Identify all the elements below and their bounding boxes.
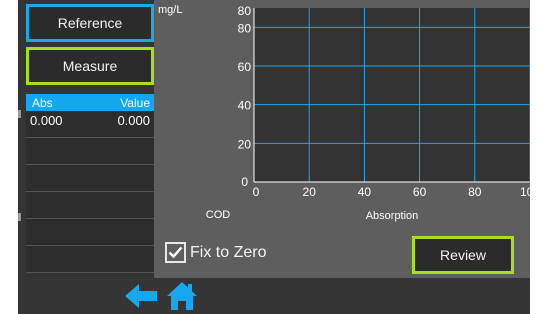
x-tick-label: 60 [413, 185, 427, 199]
abs-column-header: Abs [32, 95, 53, 110]
y-tick-label: 20 [238, 137, 252, 151]
fix-to-zero-toggle[interactable]: Fix to Zero [165, 242, 266, 263]
y-axis-unit-label: mg/L [158, 4, 182, 16]
chart-canvas: 20 40 60 80 80 00 20 40 60 80 100 mg/L COD Absorption [158, 4, 530, 222]
x-axis-label: Absorption [366, 210, 419, 222]
x-tick-label: 80 [468, 185, 482, 199]
y-tick-label: 0 [241, 175, 248, 189]
y-top-label: 80 [238, 4, 252, 18]
table-row[interactable] [26, 138, 154, 165]
table-row[interactable] [26, 246, 154, 273]
left-panel: Reference Measure Abs Value 0.000 0.000 [18, 0, 154, 278]
abs-cell: 0.000 [30, 113, 63, 128]
table-row[interactable] [26, 165, 154, 192]
fix-to-zero-checkbox[interactable] [165, 242, 186, 263]
x-tick-label: 100 [520, 185, 530, 199]
measure-button[interactable]: Measure [26, 47, 154, 85]
value-cell: 0.000 [117, 113, 150, 128]
arrow-left-icon[interactable] [124, 282, 158, 310]
x-tick-label: 0 [253, 185, 260, 199]
plot-area [254, 8, 530, 182]
table-row[interactable]: 0.000 0.000 [26, 111, 154, 138]
table-row[interactable] [26, 192, 154, 219]
y-series-label: COD [206, 209, 231, 221]
reference-button[interactable]: Reference [26, 4, 154, 42]
y-tick-label: 60 [238, 60, 252, 74]
y-tick-label: 80 [238, 21, 252, 35]
x-tick-label: 40 [358, 185, 372, 199]
table-header: Abs Value [26, 94, 154, 111]
value-column-header: Value [120, 95, 150, 110]
edge-marker [18, 110, 21, 118]
y-tick-label: 40 [238, 99, 252, 113]
table-row[interactable] [26, 219, 154, 246]
checkmark-icon [168, 246, 183, 259]
calibration-chart: 20 40 60 80 80 00 20 40 60 80 100 mg/L COD Absorption [154, 0, 530, 232]
results-table: Abs Value 0.000 0.000 [26, 94, 154, 273]
edge-marker [18, 213, 21, 221]
home-icon[interactable] [166, 281, 198, 311]
app-screen: Reference Measure Abs Value 0.000 0.000 [18, 0, 530, 314]
fix-to-zero-label: Fix to Zero [190, 243, 267, 261]
review-button[interactable]: Review [412, 236, 514, 274]
x-tick-label: 20 [303, 185, 317, 199]
bottom-nav-bar [18, 278, 530, 314]
